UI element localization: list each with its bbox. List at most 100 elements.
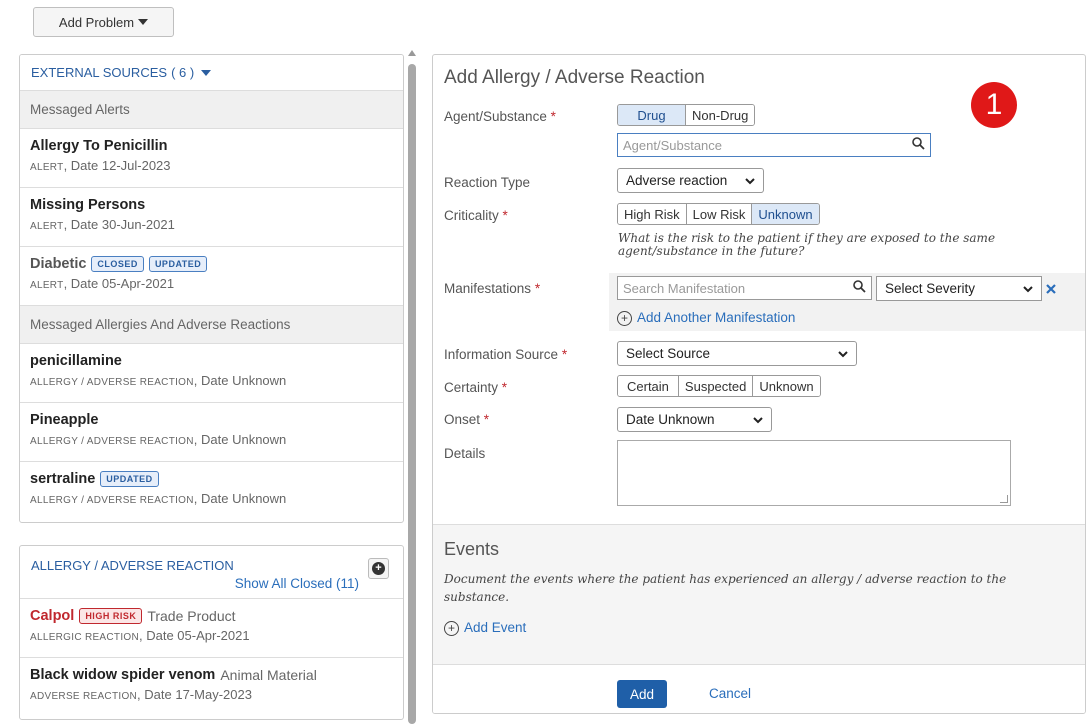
item-title: Allergy To Penicillin: [30, 138, 168, 154]
manifestation-search-input[interactable]: Search Manifestation: [617, 276, 872, 300]
add-manifestation-link[interactable]: + Add Another Manifestation: [617, 309, 795, 326]
item-type: Animal Material: [220, 667, 317, 683]
item-kind: Allergy / Adverse Reaction: [30, 377, 194, 388]
caret-down-icon: [138, 19, 149, 25]
info-source-select[interactable]: Select Source: [617, 341, 857, 366]
item-date: , Date 05-Apr-2021: [139, 628, 250, 643]
agent-type-toggle: Drug Non-Drug: [617, 104, 756, 126]
messaged-allergies-section: Messaged Allergies And Adverse Reactions: [20, 306, 403, 344]
search-icon[interactable]: [853, 280, 866, 296]
step-marker: 1: [971, 82, 1017, 128]
closed-badge: Closed: [91, 256, 144, 272]
list-item[interactable]: Diabetic Closed Updated Alert, Date 05-A…: [20, 247, 403, 306]
events-section: Events Document the events where the pat…: [433, 524, 1085, 664]
severity-value: Select Severity: [885, 281, 976, 296]
item-kind: Alert: [30, 162, 64, 173]
item-date: , Date Unknown: [193, 373, 287, 388]
external-sources-count: ( 6 ): [171, 65, 195, 80]
scrollbar[interactable]: [406, 48, 418, 724]
certain-option[interactable]: Certain: [618, 376, 679, 396]
list-item[interactable]: Allergy To Penicillin Alert, Date 12-Jul…: [20, 129, 403, 188]
add-button[interactable]: Add: [617, 680, 667, 708]
item-kind: Allergy / Adverse Reaction: [30, 436, 194, 447]
form-title: Add Allergy / Adverse Reaction: [444, 67, 705, 88]
certainty-label: Certainty *: [444, 380, 508, 395]
plus-icon: +: [372, 562, 385, 575]
item-kind: Allergy / Adverse Reaction: [30, 495, 194, 506]
severity-select[interactable]: Select Severity: [876, 276, 1042, 301]
updated-badge: Updated: [148, 256, 208, 272]
item-date: , Date Unknown: [193, 432, 287, 447]
criticality-help: What is the risk to the patient if they …: [618, 231, 996, 258]
item-title: Missing Persons: [30, 197, 146, 213]
agent-search-input[interactable]: Agent/Substance: [617, 133, 931, 157]
agent-placeholder: Agent/Substance: [623, 137, 723, 153]
external-sources-panel: EXTERNAL SOURCES ( 6 ) Messaged Alerts A…: [19, 54, 404, 523]
caret-down-icon: [201, 69, 212, 76]
list-item[interactable]: Black widow spider venom Animal Material…: [20, 658, 403, 717]
resize-handle-icon[interactable]: [1000, 495, 1008, 503]
item-title: penicillamine: [30, 353, 122, 369]
allergy-panel-title: ALLERGY / ADVERSE REACTION: [31, 558, 234, 573]
scroll-up-icon[interactable]: [408, 50, 416, 56]
list-item[interactable]: Calpol High Risk Trade Product Allergic …: [20, 599, 403, 658]
form-footer: Add Cancel: [433, 664, 1085, 713]
add-circle-icon: +: [444, 620, 459, 636]
item-type: Trade Product: [147, 608, 236, 624]
details-label: Details: [444, 446, 486, 461]
messaged-alerts-section: Messaged Alerts: [20, 91, 403, 129]
add-problem-label: Add Problem: [58, 14, 135, 30]
chevron-down-icon: [838, 346, 848, 361]
item-kind: Adverse Reaction: [30, 691, 138, 702]
add-allergy-form: Add Allergy / Adverse Reaction 1 Agent/S…: [432, 54, 1086, 714]
events-title: Events: [444, 539, 500, 559]
list-item[interactable]: penicillamine Allergy / Adverse Reaction…: [20, 344, 403, 403]
item-kind: Allergic Reaction: [30, 632, 140, 643]
drug-option[interactable]: Drug: [618, 105, 686, 125]
list-item[interactable]: Missing Persons Alert, Date 30-Jun-2021: [20, 188, 403, 247]
suspected-option[interactable]: Suspected: [678, 376, 754, 396]
onset-label: Onset *: [444, 412, 490, 427]
item-date: , Date 17-May-2023: [137, 687, 252, 702]
item-date: , Date 12-Jul-2023: [63, 158, 171, 173]
item-title: Pineapple: [30, 412, 99, 428]
info-source-value: Select Source: [626, 346, 711, 361]
item-title: Black widow spider venom: [30, 667, 216, 683]
allergy-panel: ALLERGY / ADVERSE REACTION Show All Clos…: [19, 545, 404, 720]
scroll-thumb[interactable]: [408, 64, 416, 724]
search-icon[interactable]: [912, 137, 925, 153]
item-date: , Date 05-Apr-2021: [63, 276, 175, 291]
chevron-down-icon: [1023, 281, 1033, 296]
manifestations-label: Manifestations *: [444, 281, 541, 296]
onset-select[interactable]: Date Unknown: [617, 407, 772, 432]
cancel-link[interactable]: Cancel: [709, 686, 751, 701]
unknown-certainty-option[interactable]: Unknown: [753, 376, 820, 396]
add-allergy-button[interactable]: +: [368, 558, 389, 579]
certainty-toggle: Certain Suspected Unknown: [617, 375, 821, 397]
item-title: sertraline: [30, 471, 96, 487]
reaction-type-value: Adverse reaction: [626, 173, 728, 188]
events-description: Document the events where the patient ha…: [444, 572, 1007, 604]
item-kind: Alert: [30, 280, 64, 291]
external-sources-header[interactable]: EXTERNAL SOURCES ( 6 ): [20, 55, 403, 91]
show-all-closed-link[interactable]: Show All Closed (11): [235, 576, 359, 591]
list-item[interactable]: sertraline Updated Allergy / Adverse Rea…: [20, 462, 403, 521]
manifestation-placeholder: Search Manifestation: [623, 280, 746, 296]
item-kind: Alert: [30, 221, 64, 232]
list-item[interactable]: Pineapple Allergy / Adverse Reaction, Da…: [20, 403, 403, 462]
reaction-type-label: Reaction Type: [444, 175, 531, 190]
criticality-toggle: High Risk Low Risk Unknown: [617, 203, 820, 225]
high-risk-option[interactable]: High Risk: [618, 204, 687, 224]
chevron-down-icon: [745, 173, 755, 188]
add-problem-button[interactable]: Add Problem: [33, 7, 174, 37]
details-textarea[interactable]: [617, 440, 1011, 506]
item-title: Diabetic: [30, 256, 87, 272]
unknown-option[interactable]: Unknown: [752, 204, 819, 224]
chevron-down-icon: [753, 412, 763, 427]
add-event-link[interactable]: + Add Event: [444, 619, 526, 636]
low-risk-option[interactable]: Low Risk: [686, 204, 753, 224]
onset-value: Date Unknown: [626, 412, 715, 427]
reaction-type-select[interactable]: Adverse reaction: [617, 168, 764, 193]
non-drug-option[interactable]: Non-Drug: [686, 105, 755, 125]
remove-manifestation-icon[interactable]: [1046, 281, 1056, 297]
